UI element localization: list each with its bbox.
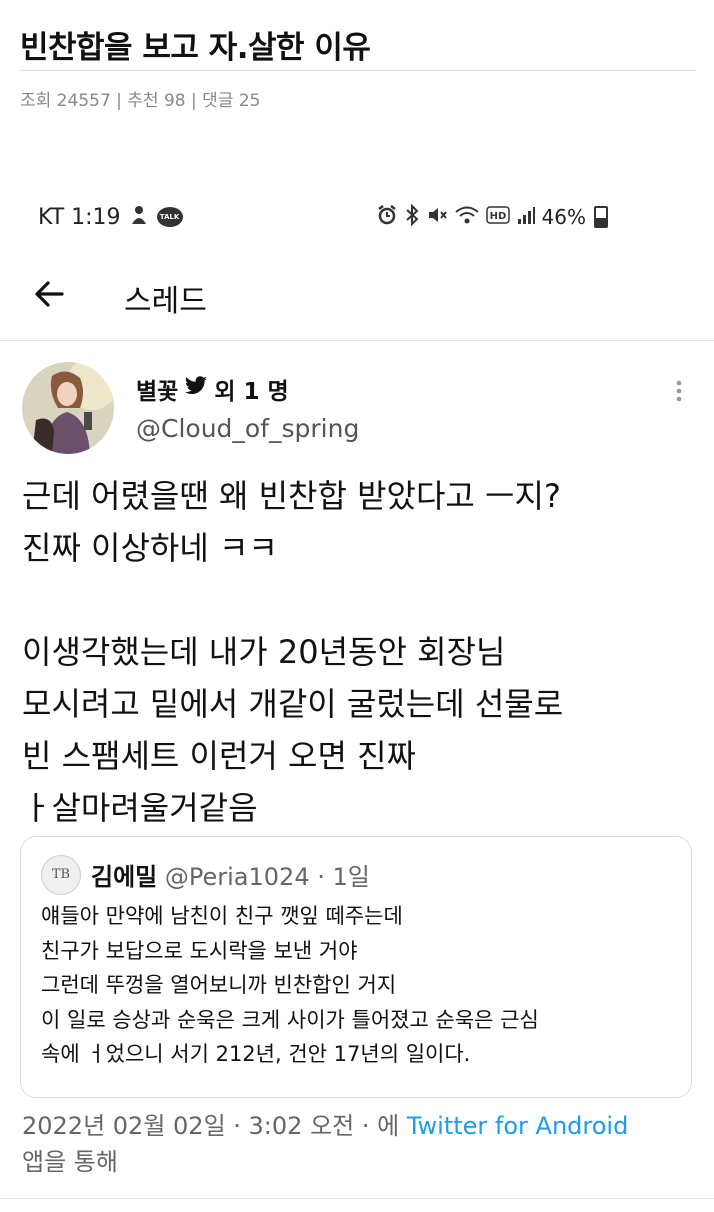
alarm-icon [376, 204, 398, 231]
quote-text: 얘들아 만약에 남친이 친구 깻잎 떼주는데 친구가 보답으로 도시락을 보낸 … [41, 904, 539, 1066]
svg-text:HD: HD [489, 211, 506, 222]
quote-avatar: TB [41, 855, 81, 895]
hd-icon: HD [485, 205, 510, 229]
author-avatar[interactable] [22, 362, 114, 454]
author-suffix: 외 1 명 [214, 379, 289, 405]
signal-icon [516, 205, 536, 230]
thread-topbar: 스레드 [0, 262, 714, 328]
post-meta: 조회 24557 | 추천 98 | 댓글 25 [20, 91, 261, 111]
tweet-timestamp: 2022년 02월 02일 · 3:02 오전 · 에 [22, 1112, 400, 1140]
tweet-source-suffix: 앱을 통해 [22, 1148, 118, 1176]
footer-divider [0, 1198, 714, 1199]
quote-header: 김에밀 @Peria1024 · 1일 [91, 857, 370, 892]
wifi-icon [454, 204, 480, 231]
kakaotalk-icon: TALK [156, 207, 183, 227]
post-title: 빈찬합을 보고 자.살한 이유 [20, 30, 371, 66]
mute-icon [426, 204, 448, 231]
notification-icon [129, 204, 149, 231]
title-divider [20, 70, 696, 71]
tweet-footer: 2022년 02월 02일 · 3:02 오전 · 에 Twitter for … [22, 1108, 702, 1180]
tweet-source-link[interactable]: Twitter for Android [407, 1112, 628, 1140]
more-options-icon[interactable] [672, 378, 686, 406]
battery-fill [596, 217, 606, 226]
back-arrow-icon[interactable] [30, 274, 70, 314]
twitter-bird-icon [184, 376, 208, 402]
author-name: 별꽃 [136, 379, 179, 405]
author-handle[interactable]: @Cloud_of_spring [136, 414, 359, 443]
topbar-divider [0, 340, 714, 341]
author-name-row[interactable]: 별꽃 외 1 명 [136, 372, 289, 406]
quote-author-name: 김에밀 [91, 863, 158, 891]
battery-icon [594, 206, 608, 228]
status-bar: KT 1:19 TALK HD 46% [38, 200, 608, 234]
tweet-text: 근데 어렸을땐 왜 빈찬합 받았다고 ㅡ지? 진짜 이상하네 ㅋㅋ 이생각했는데… [22, 477, 564, 827]
bluetooth-icon [404, 203, 420, 231]
quoted-tweet-card[interactable]: TB 김에밀 @Peria1024 · 1일 얘들아 만약에 남친이 친구 깻잎… [20, 836, 692, 1098]
quote-handle-time: @Peria1024 · 1일 [164, 863, 370, 891]
thread-title: 스레드 [124, 284, 207, 319]
carrier-time: KT 1:19 [38, 204, 121, 230]
battery-percent: 46% [541, 205, 586, 229]
